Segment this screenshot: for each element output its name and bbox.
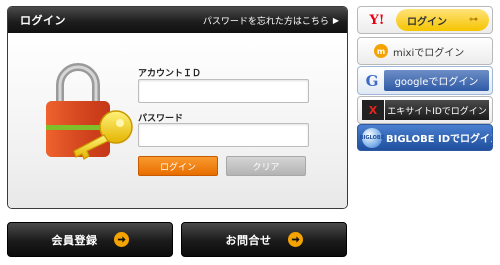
panel-title: ログイン [20,14,66,27]
password-input[interactable] [138,123,309,147]
register-button[interactable]: 会員登録 [7,222,173,257]
yahoo-login-label: ログイン [407,16,447,28]
yahoo-logo-icon: Y! [369,12,385,28]
login-panel: ログイン パスワードを忘れた方はこちら ▶ アカウントＩＤ パスワード ログイン… [7,6,348,209]
yahoo-login-button[interactable]: Y! ログイン ⊶ [357,6,493,34]
login-panel-body: アカウントＩＤ パスワード ログイン クリア [8,33,347,208]
forgot-password-link[interactable]: パスワードを忘れた方はこちら ▶ [203,14,339,27]
biglobe-login-label: BIGLOBE IDでログイン [386,134,493,145]
excite-login-label: エキサイトIDでログイン [385,100,489,120]
excite-logo-icon: X [362,100,384,120]
forgot-password-label: パスワードを忘れた方はこちら [202,16,329,27]
mixi-logo-icon: m [374,44,388,58]
contact-button[interactable]: お問合せ [181,222,347,257]
arrow-circle-icon [287,232,303,247]
yahoo-login-label-pill: ログイン ⊶ [396,9,489,31]
google-login-button[interactable]: G googleでログイン [357,66,493,95]
login-panel-header: ログイン パスワードを忘れた方はこちら ▶ [8,7,347,33]
mixi-login-label: mixiでログイン [393,47,465,59]
google-login-label: googleでログイン [384,70,489,91]
key-icon: ⊶ [469,15,478,25]
clear-button[interactable]: クリア [226,156,306,176]
biglobe-logo-icon: BIGLOBE [360,127,384,148]
mixi-login-button[interactable]: m mixiでログイン [357,37,493,65]
account-id-input[interactable] [138,79,309,103]
login-button[interactable]: ログイン [138,156,218,176]
account-id-label: アカウントＩＤ [138,69,202,79]
contact-label: お問合せ [225,233,272,247]
lock-key-illustration [46,63,133,160]
register-label: 会員登録 [51,233,98,247]
arrow-circle-icon [113,232,129,247]
triangle-right-icon: ▶ [332,15,339,25]
biglobe-login-button[interactable]: BIGLOBE BIGLOBE IDでログイン [357,124,493,151]
google-logo-icon: G [365,71,379,90]
excite-login-button[interactable]: X エキサイトIDでログイン [357,96,493,124]
